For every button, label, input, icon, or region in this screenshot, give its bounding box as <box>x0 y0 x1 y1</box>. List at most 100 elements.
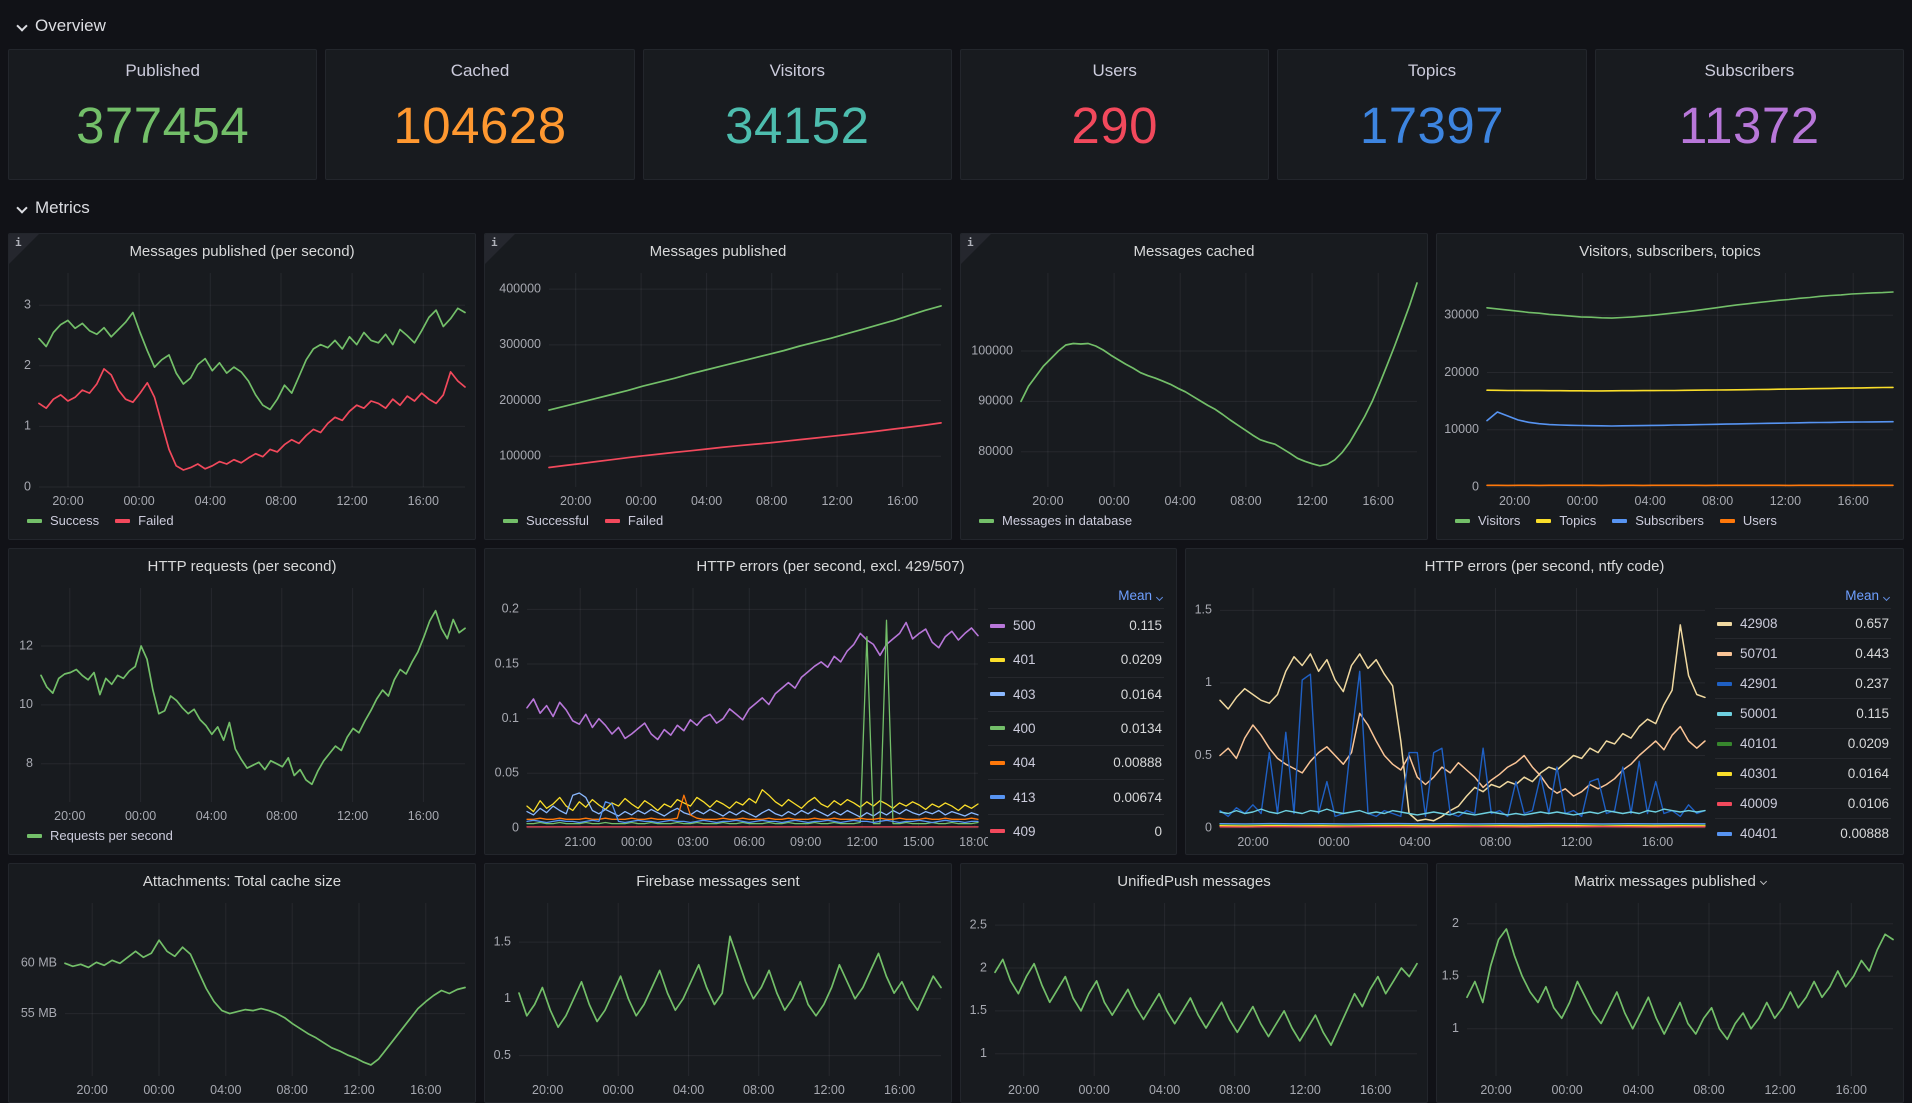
legend-item[interactable]: 4030.0164 <box>988 677 1164 711</box>
panel-title[interactable]: Visitors, subscribers, topics <box>1437 234 1903 268</box>
svg-text:300000: 300000 <box>499 337 541 351</box>
time-series-chart[interactable]: 55 MB60 MB20:0000:0004:0008:0012:0016:00 <box>9 898 475 1102</box>
legend-mean-value: 0.00888 <box>1113 755 1162 770</box>
legend-item[interactable]: Topics <box>1536 513 1596 528</box>
time-series-chart[interactable]: 8101220:0000:0004:0008:0012:0016:00 <box>9 583 475 828</box>
svg-text:00:00: 00:00 <box>125 809 156 823</box>
legend-item[interactable]: Failed <box>605 513 663 528</box>
panel-unifiedpush-messages: UnifiedPush messages 11.522.520:0000:000… <box>960 863 1428 1103</box>
legend-item[interactable]: Requests per second <box>27 828 173 843</box>
legend-item[interactable]: 4090 <box>988 814 1164 848</box>
svg-text:20:00: 20:00 <box>54 809 85 823</box>
time-series-chart[interactable]: 11.522.520:0000:0004:0008:0012:0016:00 <box>961 898 1427 1102</box>
time-series-chart[interactable]: 00.511.520:0000:0004:0008:0012:0016:00 <box>1186 583 1715 854</box>
legend-mean-value: 0.0164 <box>1121 687 1162 702</box>
panel-title[interactable]: Messages cached <box>961 234 1427 268</box>
legend-label: 40101 <box>1740 736 1778 751</box>
svg-text:20:00: 20:00 <box>1008 1083 1039 1097</box>
svg-text:00:00: 00:00 <box>123 494 154 508</box>
svg-text:12:00: 12:00 <box>337 809 368 823</box>
panel-http-errors-ntfy: HTTP errors (per second, ntfy code) 00.5… <box>1185 548 1904 855</box>
stat-panel-cached: Cached 104628 <box>325 49 634 180</box>
svg-text:1: 1 <box>24 419 31 433</box>
panel-title[interactable]: Messages published (per second) <box>9 234 475 268</box>
panel-title[interactable]: Firebase messages sent <box>485 864 951 898</box>
svg-text:08:00: 08:00 <box>756 494 787 508</box>
legend-item[interactable]: 4010.0209 <box>988 642 1164 676</box>
svg-text:0.5: 0.5 <box>1195 748 1212 762</box>
legend-item[interactable]: 4130.00674 <box>988 779 1164 813</box>
legend-mean-value: 0.0134 <box>1121 721 1162 736</box>
section-header-metrics[interactable]: Metrics <box>8 198 1904 218</box>
legend-item[interactable]: 4000.0134 <box>988 711 1164 745</box>
svg-text:04:00: 04:00 <box>1165 494 1196 508</box>
legend-item[interactable]: 429010.237 <box>1715 668 1891 698</box>
panel-messages-published: i Messages published 1000002000003000004… <box>484 233 952 540</box>
panel-title[interactable]: Matrix messages published <box>1437 864 1903 898</box>
legend-item[interactable]: 5000.115 <box>988 608 1164 642</box>
stat-value: 17397 <box>1360 71 1504 179</box>
chart-svg: 010000200003000020:0000:0004:0008:0012:0… <box>1437 268 1903 513</box>
panel-title[interactable]: UnifiedPush messages <box>961 864 1427 898</box>
legend-swatch <box>1536 519 1551 523</box>
svg-text:20:00: 20:00 <box>1480 1083 1511 1097</box>
legend-item[interactable]: 40101 0.0209 <box>1715 728 1891 758</box>
svg-text:0: 0 <box>1472 479 1479 493</box>
time-series-chart[interactable]: 800009000010000020:0000:0004:0008:0012:0… <box>961 268 1427 513</box>
legend-label: 413 <box>1013 790 1036 805</box>
legend-item[interactable]: 4040.00888 <box>988 745 1164 779</box>
panel-title[interactable]: Messages published <box>485 234 951 268</box>
legend-label: 401 <box>1013 652 1036 667</box>
legend-item[interactable]: Visitors <box>1455 513 1520 528</box>
time-series-chart[interactable]: 11.5220:0000:0004:0008:0012:0016:00 <box>1437 898 1903 1102</box>
legend-swatch <box>1455 519 1470 523</box>
legend-item[interactable]: Failed <box>115 513 173 528</box>
svg-text:16:00: 16:00 <box>884 1083 915 1097</box>
legend-item[interactable]: 403010.0164 <box>1715 758 1891 788</box>
svg-text:55 MB: 55 MB <box>21 1006 57 1020</box>
legend-item[interactable]: Success <box>27 513 99 528</box>
svg-text:08:00: 08:00 <box>1702 494 1733 508</box>
time-series-chart[interactable]: 10000020000030000040000020:0000:0004:000… <box>485 268 951 513</box>
svg-text:12:00: 12:00 <box>814 1083 845 1097</box>
svg-text:09:00: 09:00 <box>790 835 821 849</box>
panel-title[interactable]: HTTP errors (per second, excl. 429/507) <box>485 549 1176 583</box>
svg-text:8: 8 <box>26 756 33 770</box>
legend-item[interactable]: 404010.00888 <box>1715 818 1891 848</box>
stat-panel-topics: Topics 17397 <box>1277 49 1586 180</box>
svg-text:12:00: 12:00 <box>336 494 367 508</box>
panel-messages-cached: i Messages cached 800009000010000020:000… <box>960 233 1428 540</box>
legend-item[interactable]: Subscribers <box>1612 513 1704 528</box>
svg-text:10000: 10000 <box>1444 422 1479 436</box>
chart-svg: 800009000010000020:0000:0004:0008:0012:0… <box>961 268 1427 513</box>
time-series-chart[interactable]: 010000200003000020:0000:0004:0008:0012:0… <box>1437 268 1903 513</box>
svg-text:04:00: 04:00 <box>691 494 722 508</box>
svg-text:200000: 200000 <box>499 393 541 407</box>
legend-item[interactable]: Messages in database <box>979 513 1132 528</box>
legend-item[interactable]: Users <box>1720 513 1777 528</box>
legend-item[interactable]: 400090.0106 <box>1715 788 1891 818</box>
overview-stat-row: Published 377454 Cached 104628 Visitors … <box>8 49 1904 180</box>
panel-title[interactable]: HTTP requests (per second) <box>9 549 475 583</box>
legend-mean-header[interactable]: Mean <box>988 585 1164 608</box>
legend-item[interactable]: 429080.657 <box>1715 608 1891 638</box>
panel-attachments-cache: Attachments: Total cache size 55 MB60 MB… <box>8 863 476 1103</box>
legend-swatch <box>115 519 130 523</box>
svg-text:08:00: 08:00 <box>1480 835 1511 849</box>
section-header-overview[interactable]: Overview <box>8 16 1904 36</box>
panel-title[interactable]: HTTP errors (per second, ntfy code) <box>1186 549 1903 583</box>
time-series-chart[interactable]: 012320:0000:0004:0008:0012:0016:00 <box>9 268 475 513</box>
svg-text:90000: 90000 <box>978 394 1013 408</box>
chevron-down-icon <box>16 20 27 31</box>
time-series-chart[interactable]: 00.050.10.150.221:0000:0003:0006:0009:00… <box>485 583 988 854</box>
legend-item[interactable]: 507010.443 <box>1715 638 1891 668</box>
time-series-chart[interactable]: 0.511.520:0000:0004:0008:0012:0016:00 <box>485 898 951 1102</box>
legend-mean-value: 0.115 <box>1856 706 1889 721</box>
panel-title[interactable]: Attachments: Total cache size <box>9 864 475 898</box>
legend-mean-header[interactable]: Mean <box>1715 585 1891 608</box>
legend-item[interactable]: Successful <box>503 513 589 528</box>
legend-mean-value: 0.0209 <box>1848 736 1889 751</box>
chart-legend: Visitors Topics Subscribers Users <box>1437 513 1903 539</box>
panel-http-errors-excl: HTTP errors (per second, excl. 429/507) … <box>484 548 1177 855</box>
legend-item[interactable]: 500010.115 <box>1715 698 1891 728</box>
